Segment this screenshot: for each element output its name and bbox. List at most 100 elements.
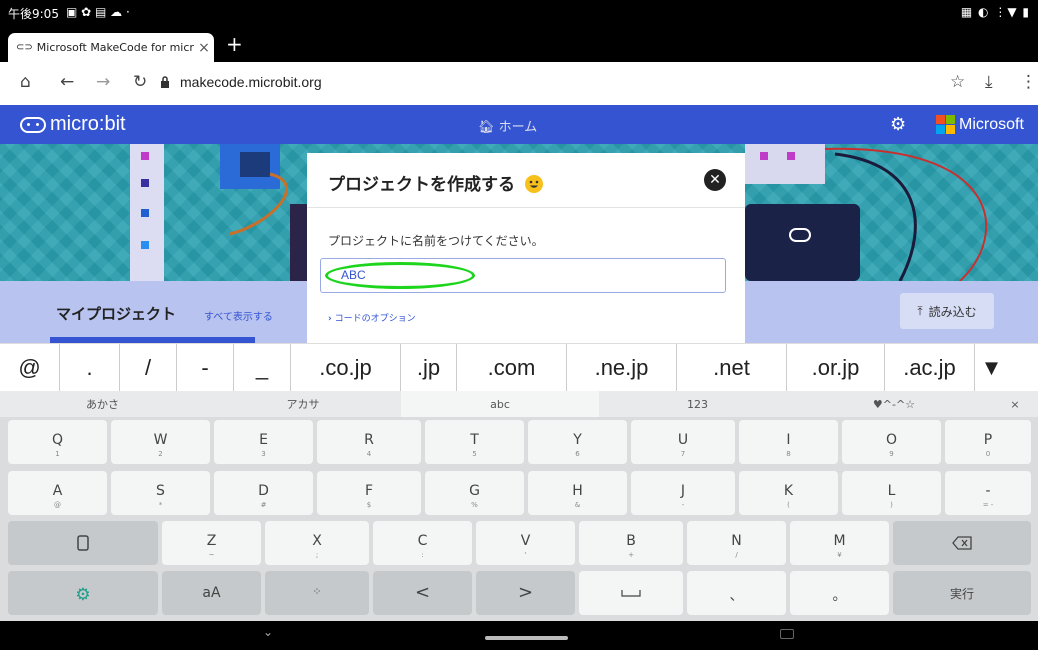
suggestion-item[interactable]: _ <box>234 344 291 392</box>
key-period[interactable]: 。 <box>790 571 889 615</box>
dialog-prompt: プロジェクトに名前をつけてください。 <box>328 234 544 248</box>
key-w[interactable]: W2 <box>111 420 210 464</box>
mode-katakana-tab[interactable]: アカサ <box>205 391 401 417</box>
key-y[interactable]: Y6 <box>528 420 627 464</box>
my-projects-title: マイプロジェクト <box>56 305 177 323</box>
tab-favicon-icon: ⊂⊃ <box>16 42 33 53</box>
key-c[interactable]: C: <box>373 521 472 565</box>
cursor-arrows-icon: ⁘ <box>312 585 322 598</box>
key-j[interactable]: J- <box>631 471 735 515</box>
key-a[interactable]: A @ <box>8 471 107 515</box>
suggestion-item[interactable]: . <box>60 344 120 392</box>
url-text[interactable]: makecode.microbit.org <box>180 74 322 90</box>
cursor-right-key[interactable]: > <box>476 571 575 615</box>
smiley-icon <box>524 175 543 193</box>
key-i[interactable]: I8 <box>739 420 838 464</box>
space-key[interactable] <box>579 571 683 615</box>
home-link[interactable]: 🏠︎ ホーム <box>478 116 537 135</box>
suggestion-item[interactable]: .ac.jp <box>885 344 975 392</box>
key-hyphen[interactable]: - = - <box>945 471 1031 515</box>
key-comma[interactable]: 、 <box>687 571 786 615</box>
enter-key[interactable]: 実行 <box>893 571 1031 615</box>
suggestion-item[interactable]: .net <box>677 344 787 392</box>
download-icon[interactable]: ⤓ <box>985 72 993 92</box>
microsoft-squares-icon <box>936 115 955 134</box>
key-x[interactable]: X; <box>265 521 369 565</box>
suggestion-item[interactable]: .co.jp <box>291 344 401 392</box>
mode-emoticon-tab[interactable]: ♥^-^☆ <box>796 391 992 417</box>
microsoft-logo[interactable]: Microsoft <box>936 115 1024 134</box>
key-l[interactable]: L) <box>842 471 941 515</box>
tab-close-icon[interactable]: × <box>194 40 214 56</box>
key-device-toggle[interactable] <box>8 521 158 565</box>
microbit-logo[interactable]: micro:bit <box>20 113 126 136</box>
key-n[interactable]: N / <box>687 521 786 565</box>
tab-strip: ⊂⊃ Microsoft MakeCode for micr × + <box>0 25 1038 62</box>
gear-icon: ⚙ <box>75 585 91 605</box>
key-e[interactable]: E3 <box>214 420 313 464</box>
system-nav-bar: ⌄ <box>0 621 1038 650</box>
case-toggle-key[interactable]: aA <box>162 571 261 615</box>
keyboard-switch-icon[interactable] <box>780 629 794 639</box>
keyboard-settings-key[interactable]: ⚙ <box>8 571 158 615</box>
settings-gear-icon[interactable]: ⚙ <box>890 114 906 135</box>
new-tab-button[interactable]: + <box>226 33 243 55</box>
suggestion-item[interactable]: .com <box>457 344 567 392</box>
key-m[interactable]: M ¥ <box>790 521 889 565</box>
key-s[interactable]: S * <box>111 471 210 515</box>
key-d[interactable]: D # <box>214 471 313 515</box>
import-label: 読み込む <box>928 304 977 319</box>
suggestion-item[interactable]: / <box>120 344 177 392</box>
backspace-icon <box>952 536 972 550</box>
key-k[interactable]: K( <box>739 471 838 515</box>
reload-icon[interactable]: ↻ <box>133 72 147 92</box>
key-f[interactable]: F $ <box>317 471 421 515</box>
mode-hiragana-tab[interactable]: あかさ <box>0 391 205 417</box>
makecode-header: micro:bit 🏠︎ ホーム ⚙ Microsoft <box>0 105 1038 144</box>
key-t[interactable]: T5 <box>425 420 524 464</box>
code-options-label: コードのオプション <box>334 314 416 324</box>
create-project-dialog: プロジェクトを作成する ✕ プロジェクトに名前をつけてください。 ABC › コ… <box>307 153 745 343</box>
key-g[interactable]: G% <box>425 471 524 515</box>
keyboard-mode-bar: あかさ アカサ abc 123 ♥^-^☆ × <box>0 391 1038 417</box>
suggestion-item[interactable]: .ne.jp <box>567 344 677 392</box>
key-u[interactable]: U7 <box>631 420 735 464</box>
suggestion-item[interactable]: .or.jp <box>787 344 885 392</box>
menu-icon[interactable]: ⋮ <box>1020 72 1037 92</box>
key-q[interactable]: Q1 <box>8 420 107 464</box>
highlight-oval <box>325 262 475 289</box>
key-v[interactable]: V ' <box>476 521 575 565</box>
back-icon[interactable]: ← <box>60 72 74 92</box>
suggestion-item[interactable]: - <box>177 344 234 392</box>
dialog-title: プロジェクトを作成する <box>328 170 543 195</box>
show-all-link[interactable]: すべて表示する <box>204 308 273 323</box>
star-icon[interactable]: ☆ <box>950 72 965 92</box>
key-b[interactable]: B + <box>579 521 683 565</box>
home-label: ホーム <box>498 120 538 135</box>
forward-icon[interactable]: → <box>96 72 110 92</box>
suggestion-item[interactable]: @ <box>0 344 60 392</box>
cursor-move-key[interactable]: ⁘ <box>265 571 369 615</box>
dialog-divider <box>307 207 745 208</box>
mode-numbers-tab[interactable]: 123 <box>599 391 796 417</box>
code-options-link[interactable]: › コードのオプション <box>328 311 416 324</box>
microsoft-label: Microsoft <box>959 115 1024 133</box>
backspace-key[interactable] <box>893 521 1031 565</box>
import-button[interactable]: ⤒ 読み込む <box>900 293 994 329</box>
home-icon[interactable]: ⌂ <box>20 72 31 92</box>
browser-tab[interactable]: ⊂⊃ Microsoft MakeCode for micr × <box>8 33 214 62</box>
key-h[interactable]: H & <box>528 471 627 515</box>
suggestion-item[interactable]: .jp <box>401 344 457 392</box>
key-p[interactable]: P0 <box>945 420 1031 464</box>
key-z[interactable]: Z ~ <box>162 521 261 565</box>
dialog-close-icon[interactable]: ✕ <box>704 169 726 191</box>
key-r[interactable]: R4 <box>317 420 421 464</box>
home-gesture-bar[interactable] <box>485 636 568 640</box>
space-icon <box>621 590 641 597</box>
mode-abc-tab[interactable]: abc <box>401 391 599 417</box>
close-keyboard-icon[interactable]: × <box>992 391 1038 417</box>
hide-keyboard-chevron-icon[interactable]: ⌄ <box>263 625 273 639</box>
cursor-left-key[interactable]: < <box>373 571 472 615</box>
expand-suggestions-icon[interactable]: ▼ <box>975 344 1008 392</box>
key-o[interactable]: O9 <box>842 420 941 464</box>
